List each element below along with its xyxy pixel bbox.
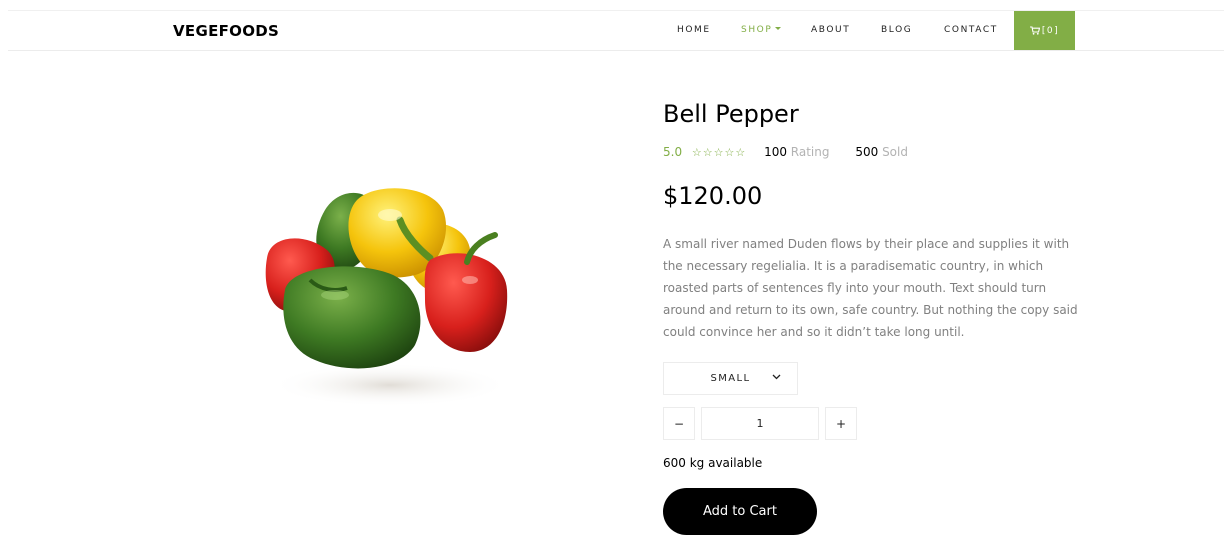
nav-shop-label: SHOP	[741, 25, 773, 35]
cart-icon	[1029, 26, 1040, 35]
nav-shop[interactable]: SHOP	[741, 25, 782, 35]
nav-contact[interactable]: CONTACT	[944, 25, 998, 35]
rating-label: Rating	[790, 145, 830, 159]
rating-row: 5.0 ☆☆☆☆☆ 100 Rating 500 Sold	[663, 145, 908, 159]
stock-available: 600 kg available	[663, 456, 763, 470]
quantity-input[interactable]	[701, 407, 819, 440]
brand-logo[interactable]: VEGEFOODS	[173, 22, 279, 40]
size-select[interactable]: SMALL	[663, 362, 798, 395]
cart-count: [0]	[1041, 25, 1060, 36]
product-price: $120.00	[663, 182, 763, 210]
size-selected-value: SMALL	[710, 373, 751, 384]
product-title: Bell Pepper	[663, 100, 799, 128]
quantity-decrement-button[interactable]: −	[663, 407, 695, 440]
cart-button[interactable]: [0]	[1014, 11, 1075, 50]
chevron-down-icon	[775, 27, 782, 30]
sold-label: Sold	[882, 145, 908, 159]
nav-blog[interactable]: BLOG	[881, 25, 912, 35]
sold-count[interactable]: 500	[855, 145, 878, 159]
rating-count[interactable]: 100	[764, 145, 787, 159]
navbar: VEGEFOODS HOME SHOP ABOUT BLOG CONTACT […	[8, 10, 1224, 51]
product-description: A small river named Duden flows by their…	[663, 237, 1078, 339]
rating-value: 5.0	[663, 145, 683, 159]
nav-home[interactable]: HOME	[677, 25, 711, 35]
add-to-cart-button[interactable]: Add to Cart	[663, 488, 817, 535]
quantity-increment-button[interactable]: +	[825, 407, 857, 440]
star-rating-icon[interactable]: ☆☆☆☆☆	[692, 146, 746, 159]
chevron-down-icon	[772, 374, 781, 380]
product-image	[265, 188, 510, 407]
nav-about[interactable]: ABOUT	[811, 25, 850, 35]
